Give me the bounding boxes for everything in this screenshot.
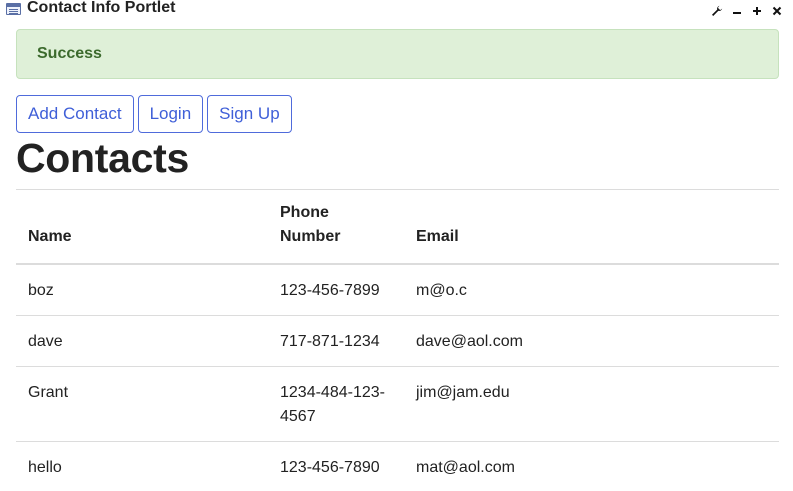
- cell-phone-line2: 4567: [280, 407, 316, 425]
- alert-text: Success: [37, 45, 102, 62]
- cell-email: mat@aol.com: [416, 458, 515, 476]
- cell-email: dave@aol.com: [416, 332, 523, 350]
- portlet: Contact Info Portlet Success Add Contact…: [0, 0, 793, 491]
- cell-phone: 123-456-7890: [280, 458, 380, 476]
- column-header-name-label: Name: [28, 227, 72, 245]
- success-alert: Success: [16, 29, 779, 79]
- table-row: Grant 1234-484-123- 4567 jim@jam.edu: [16, 366, 779, 441]
- login-button[interactable]: Login: [137, 95, 204, 133]
- cell-phone: 123-456-7899: [280, 281, 380, 299]
- column-header-email: Email: [404, 190, 779, 264]
- cell-phone: 717-871-1234: [280, 332, 380, 350]
- table-row: boz 123-456-7899 m@o.c: [16, 264, 779, 315]
- maximize-icon[interactable]: [750, 4, 764, 18]
- table-row: dave 717-871-1234 dave@aol.com: [16, 315, 779, 366]
- table-row: hello 123-456-7890 mat@aol.com: [16, 441, 779, 491]
- cell-name: hello: [28, 458, 62, 476]
- table-header: Name Phone Number Email: [16, 189, 779, 264]
- column-header-email-label: Email: [416, 227, 459, 245]
- action-buttons: Add Contact Login Sign Up: [16, 95, 292, 133]
- column-header-name: Name: [16, 190, 268, 264]
- column-header-phone-line2: Number: [280, 227, 341, 245]
- column-header-phone: Phone Number: [268, 190, 404, 264]
- cell-email: m@o.c: [416, 281, 467, 299]
- page-title: Contacts: [16, 135, 190, 181]
- portlet-header: Contact Info Portlet: [0, 0, 793, 20]
- wrench-icon[interactable]: [710, 4, 724, 18]
- portlet-controls: [710, 4, 784, 18]
- table-header-row: Name Phone Number Email: [16, 189, 779, 264]
- portlet-window-icon: [6, 3, 21, 15]
- minimize-icon[interactable]: [730, 4, 744, 18]
- table-body: boz 123-456-7899 m@o.c dave 717-871-1234…: [16, 264, 779, 491]
- contacts-table: Name Phone Number Email boz 123-456-7899…: [16, 189, 779, 491]
- cell-name: Grant: [28, 383, 69, 401]
- cell-name: dave: [28, 332, 63, 350]
- cell-email: jim@jam.edu: [416, 383, 510, 401]
- cell-phone-line1: 1234-484-123-: [280, 383, 385, 401]
- close-icon[interactable]: [770, 4, 784, 18]
- add-contact-button[interactable]: Add Contact: [16, 95, 134, 133]
- sign-up-button[interactable]: Sign Up: [207, 95, 292, 133]
- column-header-phone-line1: Phone: [280, 203, 329, 221]
- portlet-title: Contact Info Portlet: [27, 0, 176, 16]
- cell-phone: 1234-484-123- 4567: [268, 366, 404, 441]
- cell-name: boz: [28, 281, 54, 299]
